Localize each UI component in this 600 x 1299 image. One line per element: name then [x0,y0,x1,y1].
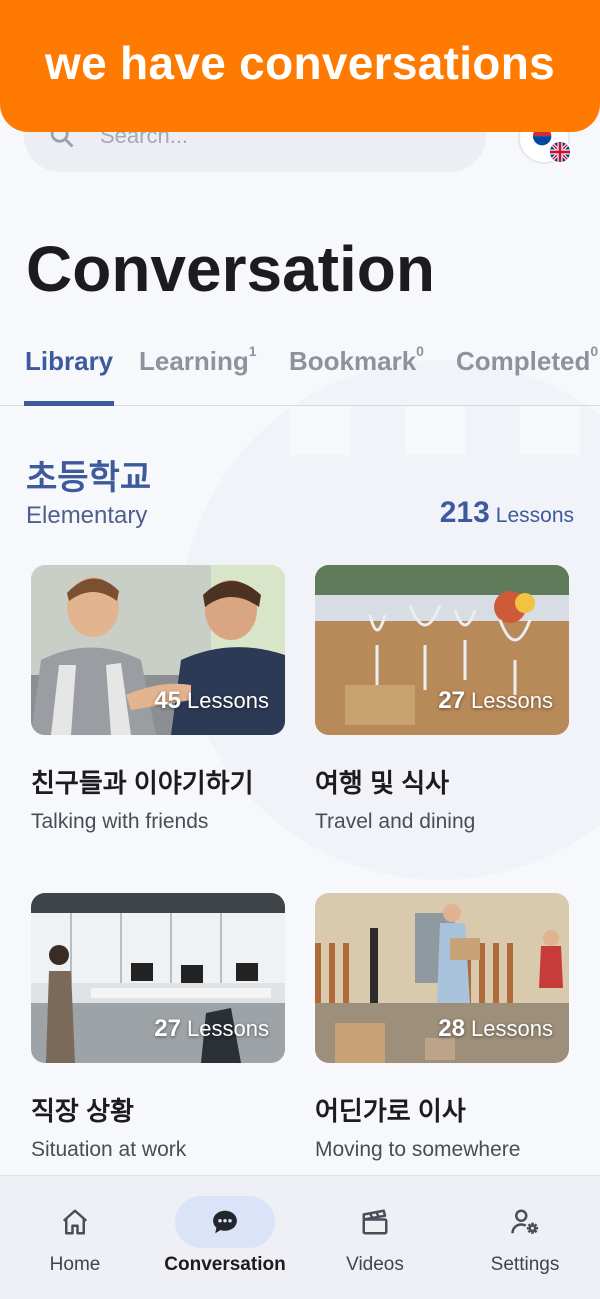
card-title-english: Situation at work [31,1138,187,1161]
page-title: Conversation [26,233,435,305]
card-title-english: Travel and dining [315,810,476,833]
course-card-friends[interactable]: 45 Lessons 친구들과 이야기하기 Talking with frien… [31,565,285,834]
tab-count-badge: 1 [248,343,257,360]
card-title-korean: 여행 및 식사 [315,768,450,798]
lesson-count-label: Lessons [495,504,574,527]
course-thumbnail: 27 Lessons [31,893,285,1063]
nav-label: Conversation [164,1254,286,1275]
tab-learning[interactable]: Learning1 [139,343,257,377]
course-thumbnail: 28 Lessons [315,893,569,1063]
card-title-english: Moving to somewhere [315,1138,521,1161]
home-icon [62,1209,88,1235]
card-title-korean: 직장 상황 [31,1096,134,1126]
tab-label: Bookmark [289,346,417,376]
nav-item-conversation[interactable]: Conversation [150,1176,300,1299]
uk-flag-icon [548,140,572,164]
section-lesson-count: 213 Lessons [440,496,574,530]
tab-label: Library [25,346,114,376]
section-title-korean: 초등학교 [26,459,152,497]
card-lesson-number: 28 [438,1015,465,1042]
card-lesson-label: Lessons [187,688,269,713]
bottom-navigation: Home Conversation Videos Settings [0,1175,600,1299]
nav-item-home[interactable]: Home [0,1176,150,1299]
course-card-work[interactable]: 27 Lessons 직장 상황 Situation at work [31,893,285,1162]
card-title-korean: 친구들과 이야기하기 [31,768,254,798]
tab-library[interactable]: Library [25,346,113,377]
tab-active-indicator [24,401,114,406]
course-thumbnail: 45 Lessons [31,565,285,735]
card-lesson-number: 27 [154,1015,181,1042]
tab-completed[interactable]: Completed0 [456,343,599,377]
card-lesson-label: Lessons [471,688,553,713]
card-lesson-count: 27 Lessons [438,687,553,715]
lesson-count-number: 213 [439,496,490,529]
card-title-korean: 어딘가로 이사 [315,1096,466,1126]
nav-label: Videos [346,1254,404,1275]
card-title-english: Talking with friends [31,810,209,833]
promo-banner: we have conversations [0,0,600,132]
nav-item-settings[interactable]: Settings [450,1176,600,1299]
chat-icon [213,1210,237,1234]
card-lesson-label: Lessons [187,1016,269,1041]
clapperboard-icon [362,1209,388,1235]
card-lesson-number: 45 [154,687,181,714]
tab-bar: Library Learning1 Bookmark0 Completed0 [0,340,600,406]
card-lesson-count: 27 Lessons [154,1015,269,1043]
tab-bookmark[interactable]: Bookmark0 [289,343,424,377]
card-lesson-count: 45 Lessons [154,687,269,715]
course-thumbnail: 27 Lessons [315,565,569,735]
tab-count-badge: 0 [590,343,599,360]
tab-label: Completed [456,346,591,376]
card-lesson-count: 28 Lessons [438,1015,553,1043]
nav-label: Settings [490,1254,560,1275]
card-lesson-number: 27 [438,687,465,714]
tab-count-badge: 0 [416,343,424,360]
nav-label: Home [49,1254,101,1275]
section-title-english: Elementary [26,502,148,529]
card-lesson-label: Lessons [471,1016,553,1041]
banner-text: we have conversations [45,37,555,89]
nav-item-videos[interactable]: Videos [300,1176,450,1299]
course-card-moving[interactable]: 28 Lessons 어딘가로 이사 Moving to somewhere [315,893,569,1162]
user-settings-icon [511,1209,539,1234]
tab-label: Learning [139,346,249,376]
course-card-travel[interactable]: 27 Lessons 여행 및 식사 Travel and dining [315,565,569,834]
